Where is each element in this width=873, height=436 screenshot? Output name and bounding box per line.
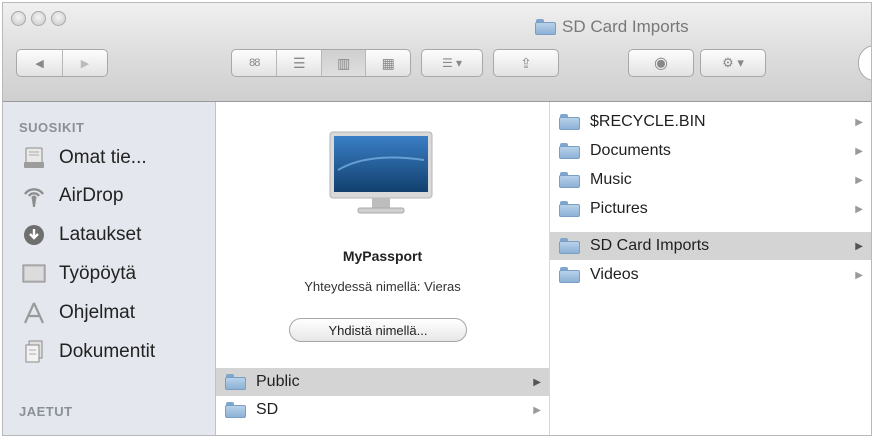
forward-button[interactable]: ▶ — [61, 50, 107, 76]
action-button[interactable]: ⚙ ▾ — [700, 49, 766, 77]
folder-icon — [225, 402, 246, 418]
folder-row-public[interactable]: Public ▶ — [216, 368, 549, 396]
airdrop-icon — [21, 183, 47, 209]
monitor-icon — [328, 130, 434, 225]
back-button[interactable]: ◀ — [17, 50, 62, 76]
share-button[interactable]: ⇪ — [493, 49, 559, 77]
chevron-right-icon: ▶ — [855, 269, 863, 281]
connect-as-button[interactable]: Yhdistä nimellä... — [289, 318, 467, 342]
folder-row-sd-card-imports[interactable]: SD Card Imports ▶ — [550, 232, 871, 260]
downloads-icon — [21, 222, 47, 248]
toolbar: SD Card Imports ◀ ▶ 88 ☰ ▥ ▦ ☰ ▾ ⇪ ◉ ⚙ ▾ — [3, 3, 871, 102]
chevron-right-icon: ▶ — [80, 57, 90, 70]
desktop-icon — [21, 261, 47, 287]
folder-row-sd[interactable]: SD ▶ — [216, 396, 549, 424]
chevron-left-icon: ◀ — [35, 57, 44, 70]
column-view-button[interactable]: ▥ — [320, 50, 366, 76]
grid-icon: 88 — [249, 57, 260, 69]
coverflow-view-button[interactable]: ▦ — [365, 50, 410, 76]
folder-icon — [559, 201, 580, 217]
folder-icon — [225, 374, 246, 390]
quick-look-button[interactable]: ◉ — [628, 49, 694, 77]
icon-view-button[interactable]: 88 — [232, 50, 276, 76]
eye-icon: ◉ — [654, 55, 668, 72]
connection-status: Yhteydessä nimellä: Vieras — [304, 279, 461, 294]
window-title-text: SD Card Imports — [562, 17, 689, 36]
gear-icon: ⚙ ▾ — [722, 55, 744, 70]
folder-icon — [559, 238, 580, 254]
sidebar-item-ohjelmat[interactable]: Ohjelmat — [21, 298, 135, 328]
chevron-right-icon: ▶ — [533, 376, 541, 388]
arrange-button[interactable]: ☰ ▾ — [421, 49, 483, 77]
connect-as-label: Yhdistä nimellä... — [328, 322, 428, 338]
applications-icon — [21, 300, 47, 326]
folder-name: Pictures — [590, 200, 648, 217]
chevron-right-icon: ▶ — [855, 145, 863, 157]
device-name: MyPassport — [342, 248, 423, 264]
favorites-header: SUOSIKIT — [19, 120, 85, 135]
folder-row-recycle-bin[interactable]: $RECYCLE.BIN ▶ — [550, 108, 871, 136]
folder-row-music[interactable]: Music ▶ — [550, 166, 871, 194]
close-window-button[interactable] — [11, 11, 26, 26]
sidebar-item-tyopoyta[interactable]: Työpöytä — [21, 259, 136, 289]
column-right: $RECYCLE.BIN ▶ Documents ▶ Music ▶ Pictu… — [550, 102, 871, 435]
folder-icon — [559, 267, 580, 283]
folder-row-videos[interactable]: Videos ▶ — [550, 261, 871, 289]
sidebar: SUOSIKIT Omat tie... AirDrop Lataukset T… — [3, 102, 216, 435]
list-view-button[interactable]: ☰ — [276, 50, 321, 76]
chevron-right-icon: ▶ — [855, 116, 863, 128]
zoom-window-button[interactable] — [51, 11, 66, 26]
chevron-right-icon: ▶ — [855, 174, 863, 186]
arrange-icon: ☰ ▾ — [441, 56, 463, 70]
finder-window: SD Card Imports ◀ ▶ 88 ☰ ▥ ▦ ☰ ▾ ⇪ ◉ ⚙ ▾… — [2, 2, 872, 436]
shared-header: JAETUT — [19, 404, 73, 419]
folder-name: SD — [256, 401, 279, 418]
minimize-window-button[interactable] — [31, 11, 46, 26]
sidebar-item-label: Omat tie... — [59, 147, 147, 168]
folder-icon — [559, 114, 580, 130]
sidebar-item-label: Työpöytä — [59, 263, 137, 284]
folder-icon — [535, 19, 556, 35]
folder-name: SD Card Imports — [590, 237, 710, 254]
coverflow-icon: ▦ — [381, 54, 395, 71]
window-controls — [11, 11, 66, 26]
columns-icon: ▥ — [337, 54, 351, 71]
share-icon: ⇪ — [520, 54, 532, 71]
folder-name: $RECYCLE.BIN — [590, 113, 706, 130]
folder-row-pictures[interactable]: Pictures ▶ — [550, 195, 871, 223]
sidebar-item-omat-tiedostot[interactable]: Omat tie... — [21, 143, 147, 173]
window-title: SD Card Imports — [535, 17, 689, 37]
folder-icon — [559, 143, 580, 159]
folder-name: Documents — [590, 142, 671, 159]
column-middle: MyPassport Yhteydessä nimellä: Vieras Yh… — [216, 102, 550, 435]
documents-drive-icon — [21, 145, 47, 171]
sidebar-item-label: Lataukset — [59, 224, 142, 245]
chevron-right-icon: ▶ — [855, 203, 863, 215]
folder-icon — [559, 172, 580, 188]
sidebar-item-label: Dokumentit — [59, 341, 156, 362]
documents-icon — [21, 339, 47, 365]
sidebar-item-dokumentit[interactable]: Dokumentit — [21, 337, 155, 367]
folder-name: Public — [256, 373, 300, 390]
back-forward-control: ◀ ▶ — [16, 49, 108, 77]
list-icon: ☰ — [292, 54, 306, 71]
view-mode-control: 88 ☰ ▥ ▦ — [231, 49, 411, 77]
chevron-right-icon: ▶ — [533, 404, 541, 416]
sidebar-item-label: Ohjelmat — [59, 302, 136, 323]
chevron-right-icon: ▶ — [855, 240, 863, 252]
folder-name: Music — [590, 171, 632, 188]
search-field[interactable] — [858, 45, 871, 81]
sidebar-item-airdrop[interactable]: AirDrop — [21, 181, 123, 211]
sidebar-item-lataukset[interactable]: Lataukset — [21, 220, 141, 250]
folder-row-documents[interactable]: Documents ▶ — [550, 137, 871, 165]
folder-name: Videos — [590, 266, 639, 283]
sidebar-item-label: AirDrop — [59, 185, 124, 206]
